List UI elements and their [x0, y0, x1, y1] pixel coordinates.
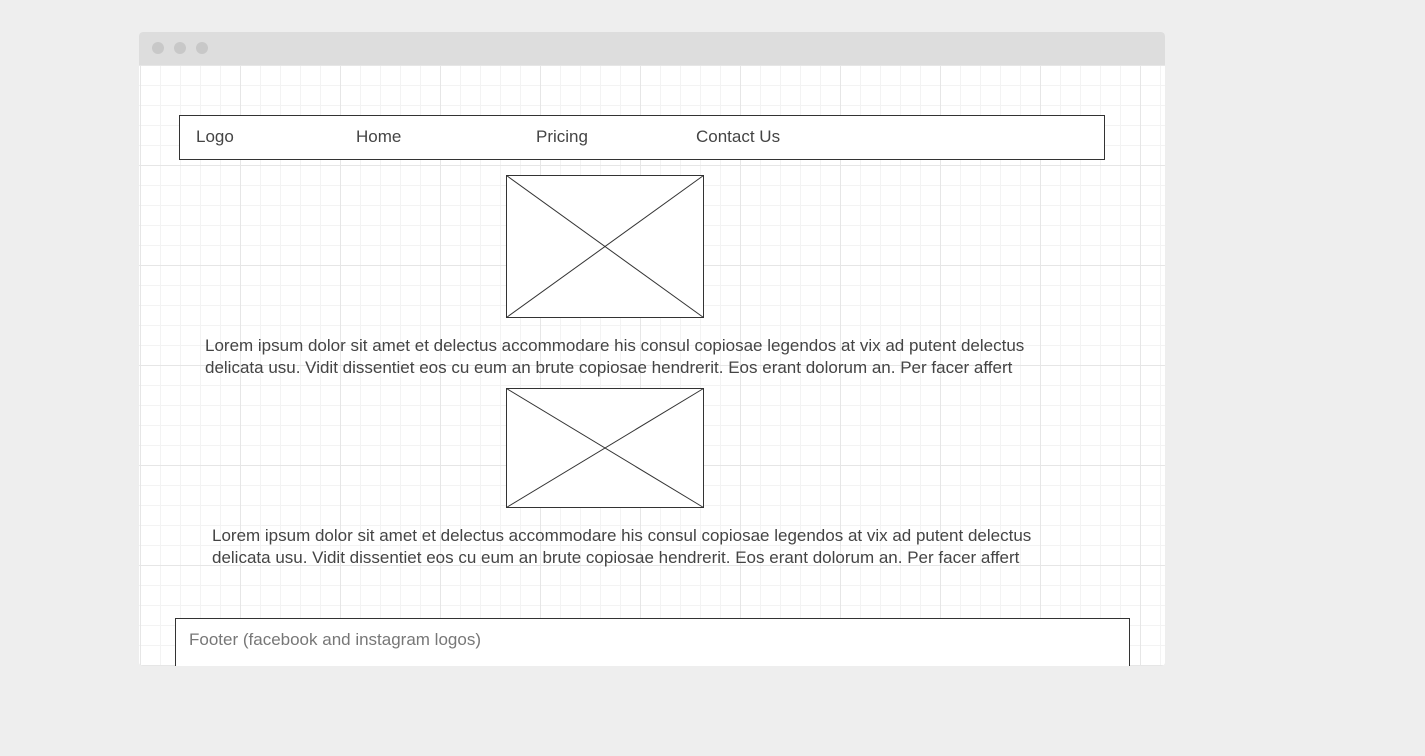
paragraph-1-line-2: delicata usu. Vidit dissentiet eos cu eu… [205, 358, 1013, 377]
nav-home-link[interactable]: Home [356, 128, 401, 146]
paragraph-2-line-1: Lorem ipsum dolor sit amet et delectus a… [212, 526, 1032, 545]
image-placeholder-2 [506, 388, 704, 508]
paragraph-2: Lorem ipsum dolor sit amet et delectus a… [212, 525, 1031, 569]
window-minimize-dot[interactable] [174, 42, 186, 54]
wireframe-canvas: Logo Home Pricing Contact Us Lorem ipsum… [139, 65, 1165, 666]
window-titlebar [139, 32, 1165, 65]
paragraph-1: Lorem ipsum dolor sit amet et delectus a… [205, 335, 1024, 379]
footer-text: Footer (facebook and instagram logos) [189, 630, 481, 649]
navbar: Logo Home Pricing Contact Us [179, 115, 1105, 160]
paragraph-1-line-1: Lorem ipsum dolor sit amet et delectus a… [205, 336, 1025, 355]
paragraph-2-line-2: delicata usu. Vidit dissentiet eos cu eu… [212, 548, 1020, 567]
nav-logo[interactable]: Logo [196, 128, 234, 146]
footer: Footer (facebook and instagram logos) [175, 618, 1130, 666]
browser-window: Logo Home Pricing Contact Us Lorem ipsum… [139, 32, 1165, 666]
image-placeholder-1 [506, 175, 704, 318]
window-maximize-dot[interactable] [196, 42, 208, 54]
nav-pricing-link[interactable]: Pricing [536, 128, 588, 146]
window-close-dot[interactable] [152, 42, 164, 54]
nav-contact-link[interactable]: Contact Us [696, 128, 780, 146]
